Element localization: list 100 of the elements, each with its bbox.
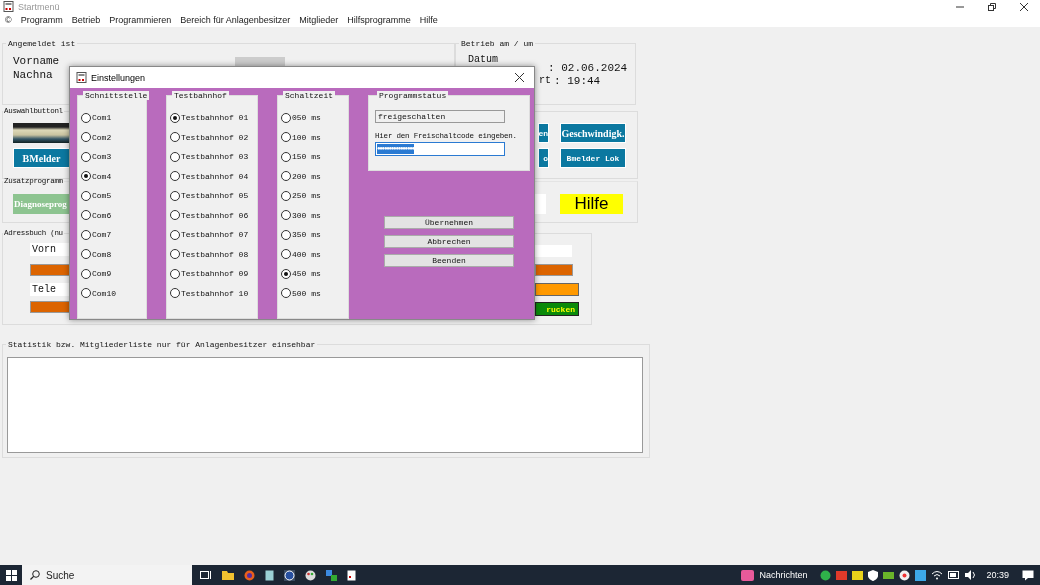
dialog-button[interactable]: Übernehmen xyxy=(384,216,514,229)
radio-label[interactable]: 500 ms xyxy=(292,288,321,298)
radio-button[interactable] xyxy=(281,132,291,143)
folder-icon[interactable] xyxy=(222,570,234,580)
menu-item[interactable]: Programm xyxy=(20,15,63,25)
input-field[interactable] xyxy=(535,194,546,214)
radio-button[interactable] xyxy=(281,268,291,279)
radio-button[interactable] xyxy=(81,190,91,201)
input-field[interactable] xyxy=(235,57,285,66)
radio-label[interactable]: Com5 xyxy=(92,191,112,201)
document-icon[interactable] xyxy=(347,569,356,581)
radio-label[interactable]: Com1 xyxy=(92,113,112,123)
radio-button[interactable] xyxy=(281,288,291,299)
search-field[interactable]: Suche xyxy=(22,565,192,585)
radio-label[interactable]: Testbahnhof 06 xyxy=(181,210,249,220)
radio-label[interactable]: 350 ms xyxy=(292,230,321,240)
radio-button[interactable] xyxy=(81,132,91,143)
radio-button[interactable] xyxy=(81,229,91,240)
menu-item[interactable]: Bereich für Anlagenbesitzer xyxy=(180,15,291,25)
radio-button[interactable] xyxy=(170,112,180,123)
radio-button[interactable] xyxy=(281,151,291,162)
radio-label[interactable]: Testbahnhof 03 xyxy=(181,152,249,162)
radio-label[interactable]: Com8 xyxy=(92,249,112,259)
menu-button[interactable]: Bmelder Lok xyxy=(560,148,626,168)
radio-label[interactable]: Com7 xyxy=(92,230,112,240)
radio-button[interactable] xyxy=(170,210,180,221)
menu-item[interactable]: Betrieb xyxy=(71,15,101,25)
radio-label[interactable]: 200 ms xyxy=(292,171,321,181)
radio-button[interactable] xyxy=(81,171,91,182)
radio-label[interactable]: Testbahnhof 09 xyxy=(181,269,249,279)
menu-item[interactable]: Hilfe xyxy=(419,15,438,25)
radio-label[interactable]: 250 ms xyxy=(292,191,321,201)
menu-item[interactable]: Mitglieder xyxy=(299,15,339,25)
input-field[interactable] xyxy=(535,283,579,296)
menu-button[interactable]: en xyxy=(538,123,549,143)
menu-item[interactable]: Hilfsprogramme xyxy=(347,15,411,25)
radio-label[interactable]: Testbahnhof 05 xyxy=(181,191,249,201)
news-label[interactable]: Nachrichten xyxy=(759,570,808,580)
radio-label[interactable]: Com4 xyxy=(92,171,112,181)
radio-label[interactable]: Testbahnhof 01 xyxy=(181,113,249,123)
radio-button[interactable] xyxy=(81,249,91,260)
windows-icon[interactable] xyxy=(5,569,17,581)
clock-time[interactable]: 20:39 xyxy=(986,570,1009,580)
bmelder-button[interactable]: BMelder xyxy=(13,148,70,168)
radio-button[interactable] xyxy=(281,210,291,221)
radio-button[interactable] xyxy=(281,249,291,260)
input-field[interactable] xyxy=(30,264,72,276)
radio-button[interactable] xyxy=(81,288,91,299)
radio-label[interactable]: Testbahnhof 08 xyxy=(181,249,249,259)
close-icon[interactable] xyxy=(515,73,524,82)
radio-label[interactable]: Testbahnhof 10 xyxy=(181,288,249,298)
radio-label[interactable]: Com2 xyxy=(92,132,112,142)
radio-label[interactable]: 450 ms xyxy=(292,269,321,279)
restore-icon[interactable] xyxy=(988,2,996,11)
radio-label[interactable]: Com6 xyxy=(92,210,112,220)
radio-label[interactable]: 100 ms xyxy=(292,132,321,142)
input-field[interactable] xyxy=(535,264,573,276)
close-icon[interactable] xyxy=(1020,2,1028,11)
volume-icon[interactable] xyxy=(965,570,978,580)
task-view-icon[interactable] xyxy=(200,570,212,580)
radio-button[interactable] xyxy=(170,151,180,162)
radio-label[interactable]: 150 ms xyxy=(292,152,321,162)
palette-icon[interactable] xyxy=(305,569,316,581)
radio-label[interactable]: Testbahnhof 02 xyxy=(181,132,249,142)
radio-label[interactable]: Com3 xyxy=(92,152,112,162)
radio-button[interactable] xyxy=(170,229,180,240)
menu-button[interactable]: Geschwindigk. xyxy=(560,123,626,143)
app-circle-icon[interactable] xyxy=(284,569,295,581)
radio-label[interactable]: Com10 xyxy=(92,288,116,298)
radio-button[interactable] xyxy=(281,112,291,123)
radio-label[interactable]: Testbahnhof 04 xyxy=(181,171,249,181)
radio-button[interactable] xyxy=(281,229,291,240)
dialog-button[interactable]: Beenden xyxy=(384,254,514,267)
radio-button[interactable] xyxy=(81,210,91,221)
radio-button[interactable] xyxy=(170,268,180,279)
radio-button[interactable] xyxy=(281,190,291,201)
battery-icon[interactable] xyxy=(948,571,961,579)
radio-button[interactable] xyxy=(170,132,180,143)
help-button[interactable]: Hilfe xyxy=(560,194,623,214)
radio-button[interactable] xyxy=(81,112,91,123)
radio-button[interactable] xyxy=(281,171,291,182)
print-button[interactable]: rucken xyxy=(535,302,579,316)
radio-label[interactable]: 300 ms xyxy=(292,210,321,220)
radio-button[interactable] xyxy=(170,288,180,299)
radio-button[interactable] xyxy=(170,249,180,260)
notification-icon[interactable] xyxy=(1022,569,1034,581)
input-field[interactable] xyxy=(30,301,72,313)
radio-button[interactable] xyxy=(81,151,91,162)
wifi-icon[interactable] xyxy=(931,570,944,580)
radio-label[interactable]: Testbahnhof 07 xyxy=(181,230,249,240)
dialog-button[interactable]: Abbrechen xyxy=(384,235,514,248)
menu-button[interactable]: o xyxy=(538,148,549,168)
radio-button[interactable] xyxy=(81,268,91,279)
radio-button[interactable] xyxy=(170,171,180,182)
radio-label[interactable]: 400 ms xyxy=(292,249,321,259)
shield-icon[interactable] xyxy=(868,569,879,581)
radio-label[interactable]: Com9 xyxy=(92,269,112,279)
input-field[interactable] xyxy=(535,245,572,257)
text-area[interactable] xyxy=(7,357,643,453)
menu-item[interactable]: Programmieren xyxy=(109,15,172,25)
